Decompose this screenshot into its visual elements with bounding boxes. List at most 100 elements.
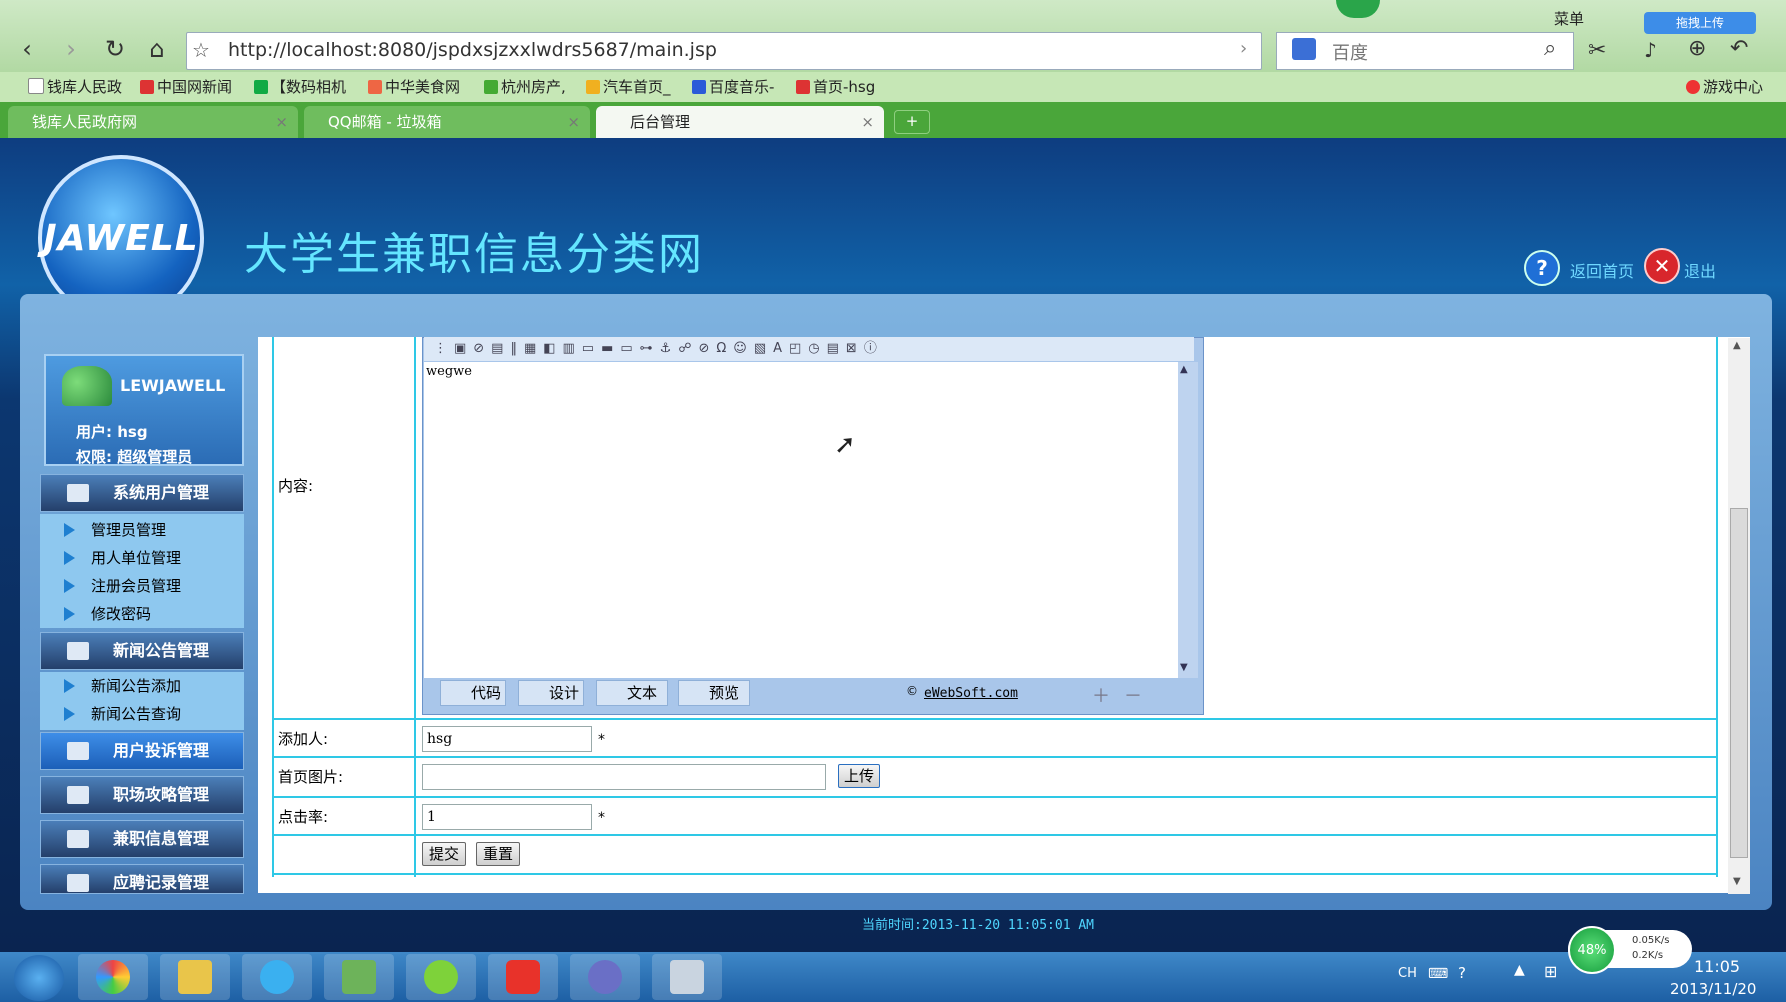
taskbar-app-explorer[interactable] [160, 954, 230, 1000]
bookmark-item[interactable]: 钱库人民政 [28, 76, 122, 97]
sidebar-item-change-password[interactable]: 修改密码 [40, 600, 151, 628]
mail-icon [67, 786, 89, 804]
new-tab-button[interactable]: + [894, 110, 930, 134]
monitor-icon [67, 874, 89, 892]
logout-icon[interactable]: ✕ [1644, 248, 1680, 284]
sidebar-item-news-query[interactable]: 新闻公告查询 [40, 700, 181, 728]
expand-plus-icon[interactable]: ＋ [1092, 682, 1110, 708]
arrow-right-icon [64, 579, 75, 593]
tab-qqmail[interactable]: QQ邮箱 - 垃圾箱 × [304, 106, 590, 138]
refresh-icon[interactable]: ↻ [100, 34, 130, 64]
arrow-right-icon [64, 679, 75, 693]
undo-icon[interactable]: ↶ [1730, 36, 1748, 61]
row-divider [272, 718, 1716, 720]
close-icon[interactable]: × [567, 106, 580, 138]
network-icon[interactable]: ⊞ [1544, 962, 1557, 981]
sidebar-section-news[interactable]: 新闻公告管理 [40, 632, 244, 670]
taskbar-app-pinwheel[interactable] [78, 954, 148, 1000]
forward-icon[interactable]: › [56, 34, 86, 64]
sidebar-section-guides[interactable]: 职场攻略管理 [40, 776, 244, 814]
editor-tab-code[interactable]: 代码 [440, 680, 506, 706]
sidebar-item-employers[interactable]: 用人单位管理 [40, 544, 181, 572]
sidebar-section-applications[interactable]: 应聘记录管理 [40, 864, 244, 894]
volume-icon[interactable]: ♪ [1644, 38, 1657, 62]
sidebar-section-system-users[interactable]: 系统用户管理 [40, 474, 244, 512]
editor-scrollbar[interactable] [1178, 362, 1198, 678]
taskbar-app-red[interactable] [488, 954, 558, 1000]
upload-speed: 0.05K/s [1632, 935, 1670, 946]
home-link[interactable]: 返回首页 [1570, 258, 1634, 282]
tab-admin[interactable]: 后台管理 × [596, 106, 884, 138]
go-arrow-icon[interactable]: › [1240, 38, 1247, 59]
shrink-minus-icon[interactable]: － [1124, 682, 1142, 708]
editor-toolbar[interactable]: ⋮▣⊘▤‖▦◧▥▭▬▭⊶⚓☍⊘Ω☺▧A◰◷▤⊠ⓘ [424, 337, 1194, 361]
help-tray-icon[interactable]: ? [1458, 964, 1466, 982]
image-path-input[interactable] [422, 764, 826, 790]
bookmark-item[interactable]: 首页-hsg [796, 76, 875, 97]
site-title: 大学生兼职信息分类网 [244, 229, 704, 280]
sidebar-item-members[interactable]: 注册会员管理 [40, 572, 181, 600]
editor-tab-design[interactable]: 设计 [518, 680, 584, 706]
download-icon[interactable]: ⊕ [1688, 36, 1706, 61]
scroll-up-icon[interactable]: ▲ [1180, 364, 1188, 375]
taskbar-app-eclipse[interactable] [570, 954, 640, 1000]
back-icon[interactable]: ‹ [12, 34, 42, 64]
upload-button[interactable]: 上传 [838, 764, 880, 788]
arrow-right-icon [64, 707, 75, 721]
current-time: 当前时间:2013-11-20 11:05:01 AM [862, 918, 1095, 933]
sidebar-item-news-add[interactable]: 新闻公告添加 [40, 672, 181, 700]
tab-qianku[interactable]: 钱库人民政府网 × [8, 106, 298, 138]
folder-icon [67, 642, 89, 660]
clock-date[interactable]: 2013/11/20 [1670, 980, 1756, 998]
clock-time[interactable]: 11:05 [1694, 957, 1740, 976]
upload-bubble[interactable]: 拖拽上传 [1644, 12, 1756, 34]
row-divider [272, 796, 1716, 798]
game-center-link[interactable]: 游戏中心 [1686, 76, 1763, 97]
reset-button[interactable]: 重置 [476, 842, 520, 866]
bookmark-item[interactable]: 中国网新闻 [140, 76, 232, 97]
submit-button[interactable]: 提交 [422, 842, 466, 866]
clicks-input[interactable]: 1 [422, 804, 592, 830]
close-icon[interactable]: × [861, 106, 874, 138]
content-label: 内容: [278, 477, 314, 495]
menu-button[interactable]: 菜单 [1554, 8, 1584, 29]
taskbar-app-browser[interactable] [406, 954, 476, 1000]
scroll-up-icon[interactable]: ▲ [1733, 340, 1741, 351]
editor-tab-preview[interactable]: 预览 [678, 680, 750, 706]
taskbar-app-chat[interactable] [242, 954, 312, 1000]
taskbar-app-editor[interactable] [324, 954, 394, 1000]
mouse-cursor-icon: ➚ [834, 430, 856, 460]
sidebar-section-complaints[interactable]: 用户投诉管理 [40, 732, 244, 770]
scissors-icon[interactable]: ✂ [1588, 38, 1606, 63]
bookmark-item[interactable]: 汽车首页_ [586, 76, 671, 97]
search-icon[interactable]: ⌕ [1544, 36, 1556, 61]
search-input[interactable] [1276, 32, 1574, 70]
bookmark-item[interactable]: 中华美食网 [368, 76, 460, 97]
start-button[interactable] [14, 955, 64, 1001]
close-icon[interactable]: × [275, 106, 288, 138]
sidebar-section-jobs[interactable]: 兼职信息管理 [40, 820, 244, 858]
editor-textarea[interactable]: wegwe [424, 362, 1178, 678]
page-scrollbar-thumb[interactable] [1730, 508, 1748, 858]
adder-input[interactable]: hsg [422, 726, 592, 752]
star-icon[interactable]: ☆ [192, 38, 210, 62]
copyright-icon: © [906, 684, 918, 698]
bookmark-item[interactable]: 百度音乐- [692, 76, 774, 97]
baidu-icon [1292, 38, 1316, 60]
bookmark-item[interactable]: 杭州房产, [484, 76, 566, 97]
tray-up-icon[interactable]: ▲ [1514, 962, 1525, 978]
scroll-down-icon[interactable]: ▼ [1733, 876, 1741, 887]
editor-brand-link[interactable]: eWebSoft.com [924, 686, 1018, 701]
editor-tab-text[interactable]: 文本 [596, 680, 668, 706]
search-placeholder: 百度 [1332, 43, 1368, 64]
tray-language[interactable]: CH [1398, 966, 1417, 981]
taskbar-app-tools[interactable] [652, 954, 722, 1000]
logout-link[interactable]: 退出 [1684, 258, 1716, 282]
address-text[interactable]: http://localhost:8080/jspdxsjzxxlwdrs568… [228, 39, 717, 61]
home-icon[interactable]: ⌂ [142, 34, 172, 64]
bookmark-item[interactable]: 【数码相机 [254, 76, 346, 97]
scroll-down-icon[interactable]: ▼ [1180, 662, 1188, 673]
sidebar-item-admins[interactable]: 管理员管理 [40, 516, 166, 544]
help-icon[interactable]: ? [1524, 250, 1560, 286]
keyboard-icon[interactable]: ⌨ [1428, 966, 1448, 982]
